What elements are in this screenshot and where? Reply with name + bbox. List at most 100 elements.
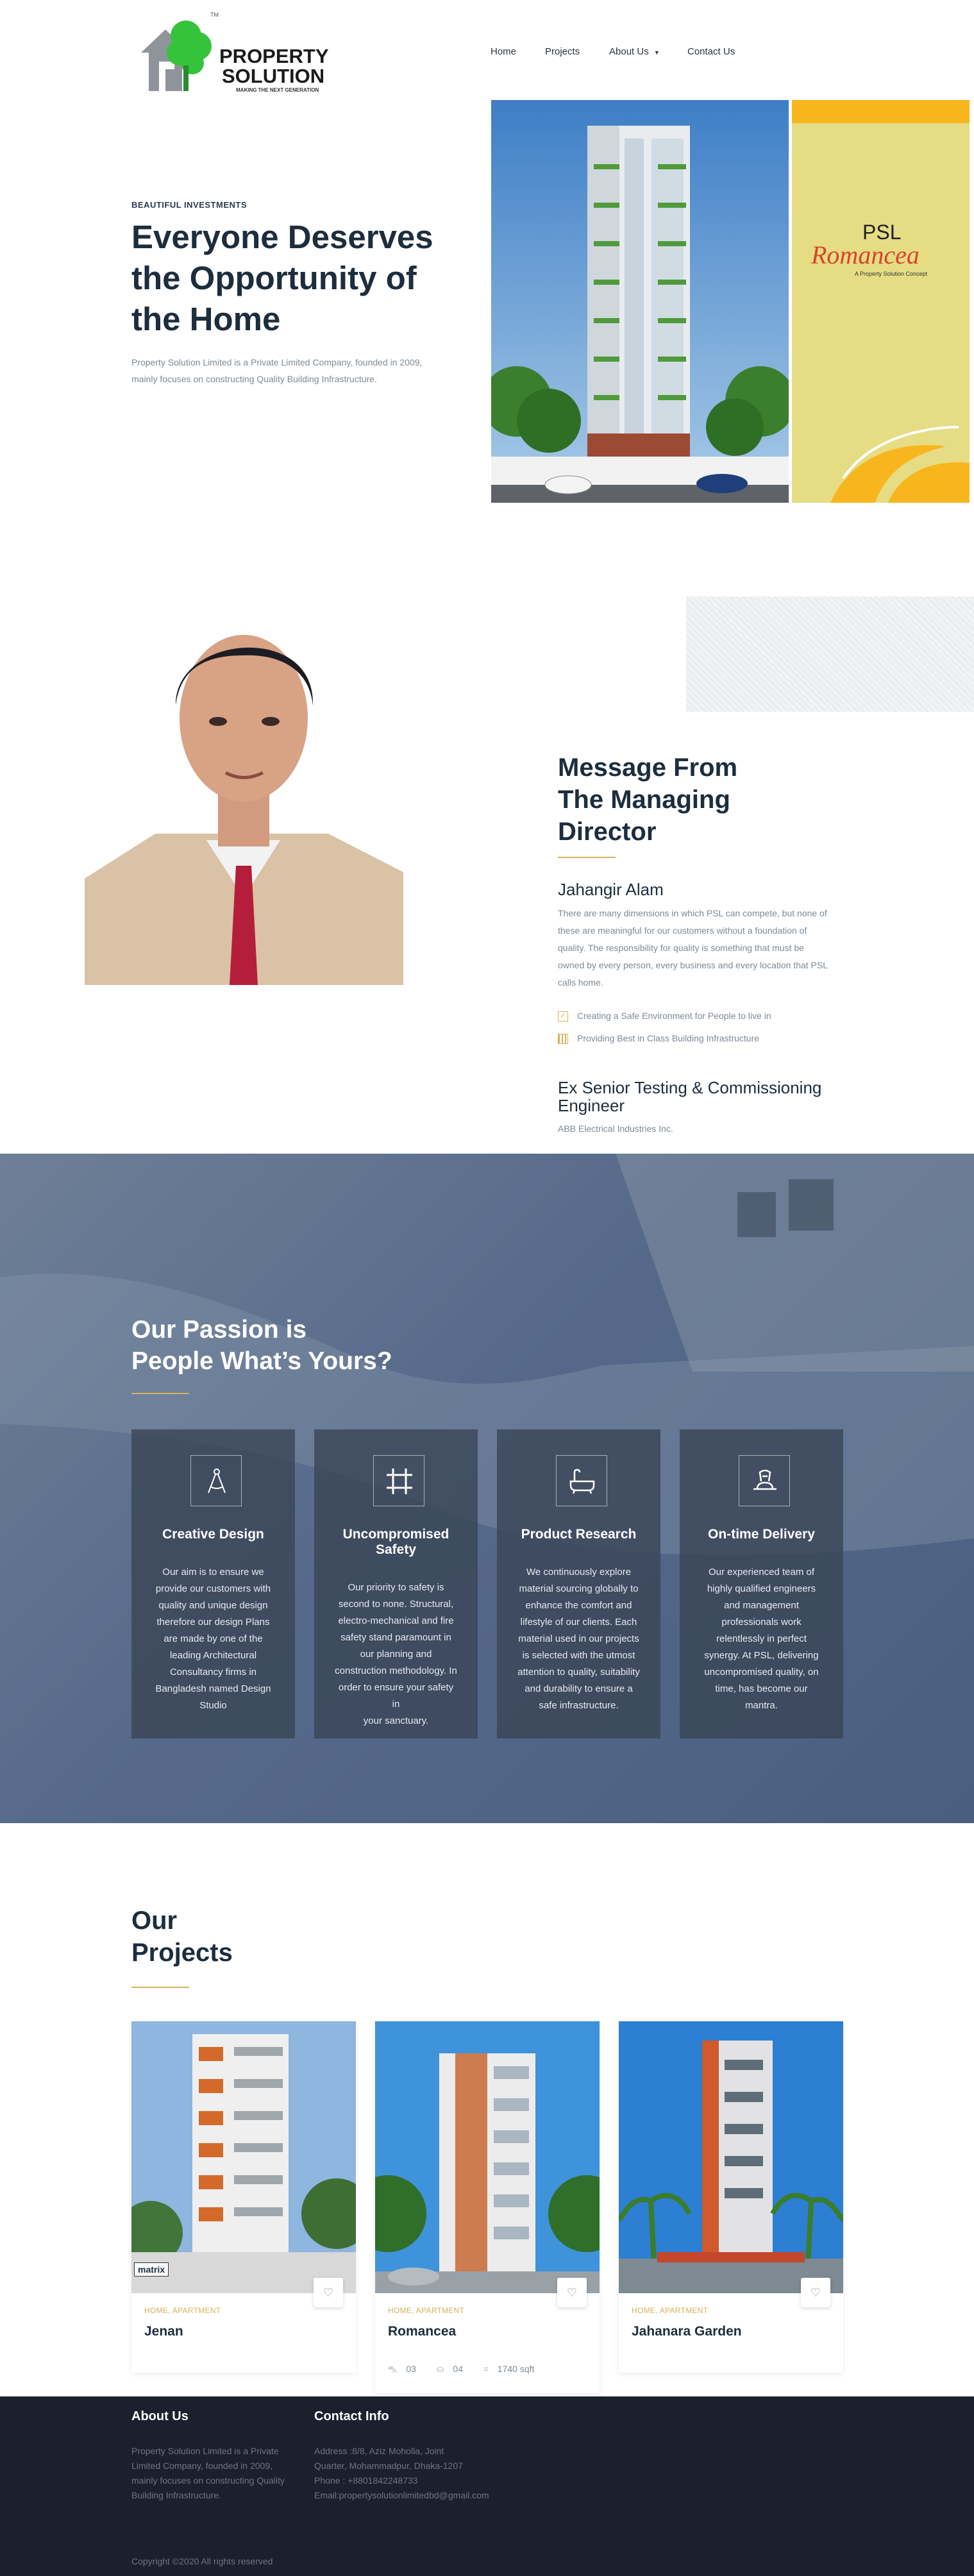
feature-text: Our experienced team of highly qualified… [699, 1564, 824, 1714]
footer-about-text: Property Solution Limited is a Private L… [131, 2444, 285, 2503]
image-watermark: matrix [134, 2262, 169, 2277]
feature-title: On-time Delivery [686, 1527, 837, 1542]
area-icon: ⌗ [483, 2364, 489, 2374]
feature-text-line: leading Architectural [169, 1650, 257, 1661]
director-role-line: Engineer [558, 1096, 625, 1115]
footer-about-title: About Us [131, 2409, 189, 2423]
feature-text-line: Our priority to safety is [348, 1582, 444, 1593]
project-area: 1740 sqft [497, 2364, 535, 2374]
hero-title-line: the Opportunity of [131, 260, 417, 296]
project-card-romancea[interactable]: ♡ HOME, APARTMENT Romancea ⛍ 03 ⛀ 04 ⌗ 1… [375, 2021, 600, 2393]
hero-description-line: mainly focuses on constructing Quality B… [131, 374, 377, 384]
footer-contact-title: Contact Info [314, 2409, 389, 2423]
project-card-jahanara-garden[interactable]: ♡ HOME, APARTMENT Jahanara Garden [619, 2021, 843, 2373]
director-photo [85, 596, 403, 985]
director-heading-line: Director [558, 818, 657, 846]
project-name[interactable]: Romancea [388, 2324, 456, 2339]
footer-contact-line: Quarter, Mohammadpur, Dhaka-1207 [314, 2461, 463, 2471]
favorite-heart-icon[interactable]: ♡ [801, 2278, 830, 2307]
feature-text-line: Our experienced team of [708, 1567, 815, 1578]
bath-icon: ⛀ [436, 2364, 444, 2374]
feature-text-line: is selected with the utmost [522, 1650, 635, 1661]
logo-tagline: MAKING THE NEXT GENERATION [236, 87, 319, 93]
director-company: ABB Electrical Industries Inc. [558, 1124, 673, 1134]
project-card-jenan[interactable]: matrix ♡ HOME, APARTMENT Jenan [131, 2021, 356, 2373]
director-divider [558, 857, 616, 858]
feature-card-creative-design: Creative Design Our aim is to ensure we … [131, 1429, 295, 1738]
feature-text-line: your sanctuary. [363, 1715, 429, 1726]
footer-contact-text: Address :8/8, Aziz Moholla, Joint Quarte… [314, 2444, 489, 2503]
delivery-icon [739, 1455, 790, 1506]
feature-text-line: provide our customers with [155, 1583, 271, 1594]
project-image [131, 2021, 356, 2293]
feature-card-on-time-delivery: On-time Delivery Our experienced team of… [680, 1429, 843, 1738]
building-icon [558, 1034, 568, 1045]
feature-text-line: enhance the comfort and [525, 1600, 632, 1611]
feature-text-line: and durability to ensure a [525, 1683, 633, 1694]
banner-swirl-ornament [830, 426, 970, 503]
projects-heading: Our Projects [131, 1905, 233, 1969]
feature-text: We continuously explore material sourcin… [516, 1564, 641, 1714]
project-name[interactable]: Jahanara Garden [632, 2324, 742, 2339]
feature-text-line: are made by one of the [164, 1633, 263, 1644]
feature-text-line: Consultancy firms in [169, 1667, 257, 1678]
project-tag: HOME, APARTMENT [632, 2306, 709, 2315]
director-message-line: these are meaningful for our customers w… [558, 925, 807, 936]
logo-tm: TM [210, 12, 219, 18]
footer-about-line: Building Infrastructure. [131, 2490, 222, 2500]
passion-heading-line: People What’s Yours? [131, 1347, 392, 1375]
footer-contact-line: Address :8/8, Aziz Moholla, Joint [314, 2446, 444, 2456]
favorite-heart-icon[interactable]: ♡ [557, 2278, 587, 2307]
footer-contact-line[interactable]: Email:propertysolutionlimitedbd@gmail.co… [314, 2488, 489, 2503]
project-baths: 04 [453, 2364, 463, 2374]
feature-text-line: attention to quality, suitability [517, 1667, 640, 1678]
feature-text-line: We continuously explore [526, 1567, 632, 1578]
director-message: There are many dimensions in which PSL c… [558, 905, 828, 991]
feature-title-line: Safety [375, 1542, 417, 1557]
passion-heading-line: Our Passion is [131, 1316, 307, 1343]
bathtub-icon [556, 1455, 607, 1506]
feature-title-line: On-time Delivery [708, 1527, 815, 1542]
nav-home[interactable]: Home [491, 46, 516, 57]
project-beds: 03 [406, 2364, 416, 2374]
feature-text-line: Bangladesh named Design [155, 1683, 271, 1694]
director-point: ✓ Creating a Safe Environment for People … [558, 1011, 771, 1022]
favorite-heart-icon[interactable]: ♡ [314, 2278, 343, 2307]
hero-title: Everyone Deserves the Opportunity of the… [131, 217, 433, 340]
hero-title-line: Everyone Deserves [131, 219, 433, 255]
logo-line-2: SOLUTION [222, 65, 325, 87]
feature-text-line: material used in our projects [518, 1633, 639, 1644]
nav-contact-us[interactable]: Contact Us [687, 46, 735, 57]
feature-text-line: and management [724, 1600, 799, 1611]
director-point: Providing Best in Class Building Infrast… [558, 1033, 759, 1045]
checklist-icon: ✓ [558, 1011, 568, 1022]
nav-projects[interactable]: Projects [545, 46, 580, 57]
director-message-line: owned by every person, every business an… [558, 960, 828, 970]
site-logo[interactable]: TM PROPERTY SOLUTION MAKING THE NEXT GEN… [140, 8, 345, 97]
feature-text: Our aim is to ensure we provide our cust… [151, 1564, 276, 1714]
feature-text-line: time, has become our [715, 1683, 808, 1694]
projects-heading-line: Our [131, 1907, 178, 1935]
hero-description-line: Property Solution Limited is a Private L… [131, 357, 423, 367]
feature-title-line: Creative Design [162, 1527, 264, 1542]
project-name[interactable]: Jenan [144, 2324, 183, 2339]
projects-heading-line: Projects [131, 1939, 233, 1967]
nav-about-us[interactable]: About Us ▼ [609, 46, 660, 57]
hero-title-line: the Home [131, 301, 281, 337]
projects-divider [131, 1987, 189, 1988]
feature-text-line: uncompromised quality, on [704, 1667, 819, 1678]
hero-building-image [491, 100, 789, 503]
feature-text-line: therefore our design Plans [156, 1617, 270, 1628]
banner-top-stripe [792, 100, 970, 123]
director-point-text: Creating a Safe Environment for People t… [577, 1011, 771, 1021]
footer-contact-line[interactable]: Phone : +8801842248733 [314, 2473, 489, 2488]
hero-description: Property Solution Limited is a Private L… [131, 354, 422, 387]
feature-text-line: Studio [199, 1700, 227, 1711]
director-heading-line: Message From [558, 753, 738, 782]
feature-card-uncompromised-safety: Uncompromised Safety Our priority to saf… [314, 1429, 478, 1738]
footer-about-line: Limited Company, founded in 2009, [131, 2461, 273, 2471]
director-message-line: quality. The responsibility for quality … [558, 943, 804, 953]
project-image [375, 2021, 600, 2293]
passion-divider [131, 1393, 189, 1394]
director-heading-line: The Managing [558, 786, 730, 814]
